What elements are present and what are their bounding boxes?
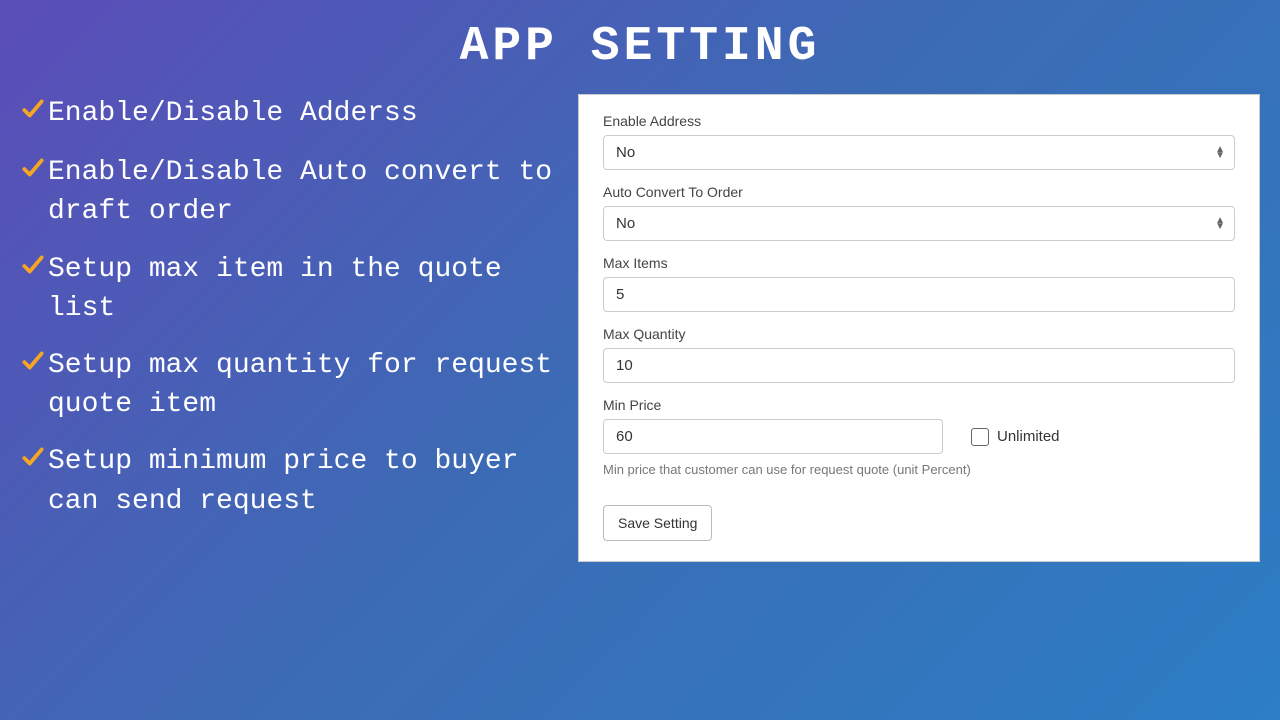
- unlimited-checkbox[interactable]: [971, 428, 989, 446]
- page-title: APP SETTING: [0, 0, 1280, 94]
- settings-form-panel: Enable Address No ▲▼ Auto Convert To Ord…: [578, 94, 1260, 562]
- feature-item: Setup max item in the quote list: [20, 250, 560, 328]
- enable-address-select[interactable]: No: [603, 135, 1235, 170]
- feature-text: Setup minimum price to buyer can send re…: [48, 442, 560, 520]
- min-price-label: Min Price: [603, 397, 1235, 413]
- enable-address-label: Enable Address: [603, 113, 1235, 129]
- max-items-input[interactable]: [603, 277, 1235, 312]
- checkmark-icon: [20, 348, 46, 387]
- feature-item: Enable/Disable Adderss: [20, 94, 560, 135]
- auto-convert-group: Auto Convert To Order No ▲▼: [603, 184, 1235, 241]
- max-items-group: Max Items: [603, 255, 1235, 312]
- checkmark-icon: [20, 155, 46, 194]
- feature-item: Setup max quantity for request quote ite…: [20, 346, 560, 424]
- checkmark-icon: [20, 252, 46, 291]
- main-container: Enable/Disable Adderss Enable/Disable Au…: [0, 94, 1280, 562]
- auto-convert-select[interactable]: No: [603, 206, 1235, 241]
- feature-text: Setup max item in the quote list: [48, 250, 560, 328]
- max-quantity-input[interactable]: [603, 348, 1235, 383]
- min-price-helper: Min price that customer can use for requ…: [603, 462, 1235, 477]
- unlimited-label: Unlimited: [997, 428, 1060, 445]
- auto-convert-label: Auto Convert To Order: [603, 184, 1235, 200]
- feature-item: Setup minimum price to buyer can send re…: [20, 442, 560, 520]
- feature-text: Setup max quantity for request quote ite…: [48, 346, 560, 424]
- enable-address-group: Enable Address No ▲▼: [603, 113, 1235, 170]
- feature-item: Enable/Disable Auto convert to draft ord…: [20, 153, 560, 231]
- min-price-input[interactable]: [603, 419, 943, 454]
- max-items-label: Max Items: [603, 255, 1235, 271]
- min-price-group: Min Price Unlimited Min price that custo…: [603, 397, 1235, 477]
- checkmark-icon: [20, 96, 46, 135]
- feature-text: Enable/Disable Auto convert to draft ord…: [48, 153, 560, 231]
- max-quantity-group: Max Quantity: [603, 326, 1235, 383]
- unlimited-checkbox-group: Unlimited: [971, 428, 1060, 446]
- save-setting-button[interactable]: Save Setting: [603, 505, 712, 541]
- checkmark-icon: [20, 444, 46, 483]
- max-quantity-label: Max Quantity: [603, 326, 1235, 342]
- feature-list: Enable/Disable Adderss Enable/Disable Au…: [20, 94, 560, 562]
- feature-text: Enable/Disable Adderss: [48, 94, 560, 133]
